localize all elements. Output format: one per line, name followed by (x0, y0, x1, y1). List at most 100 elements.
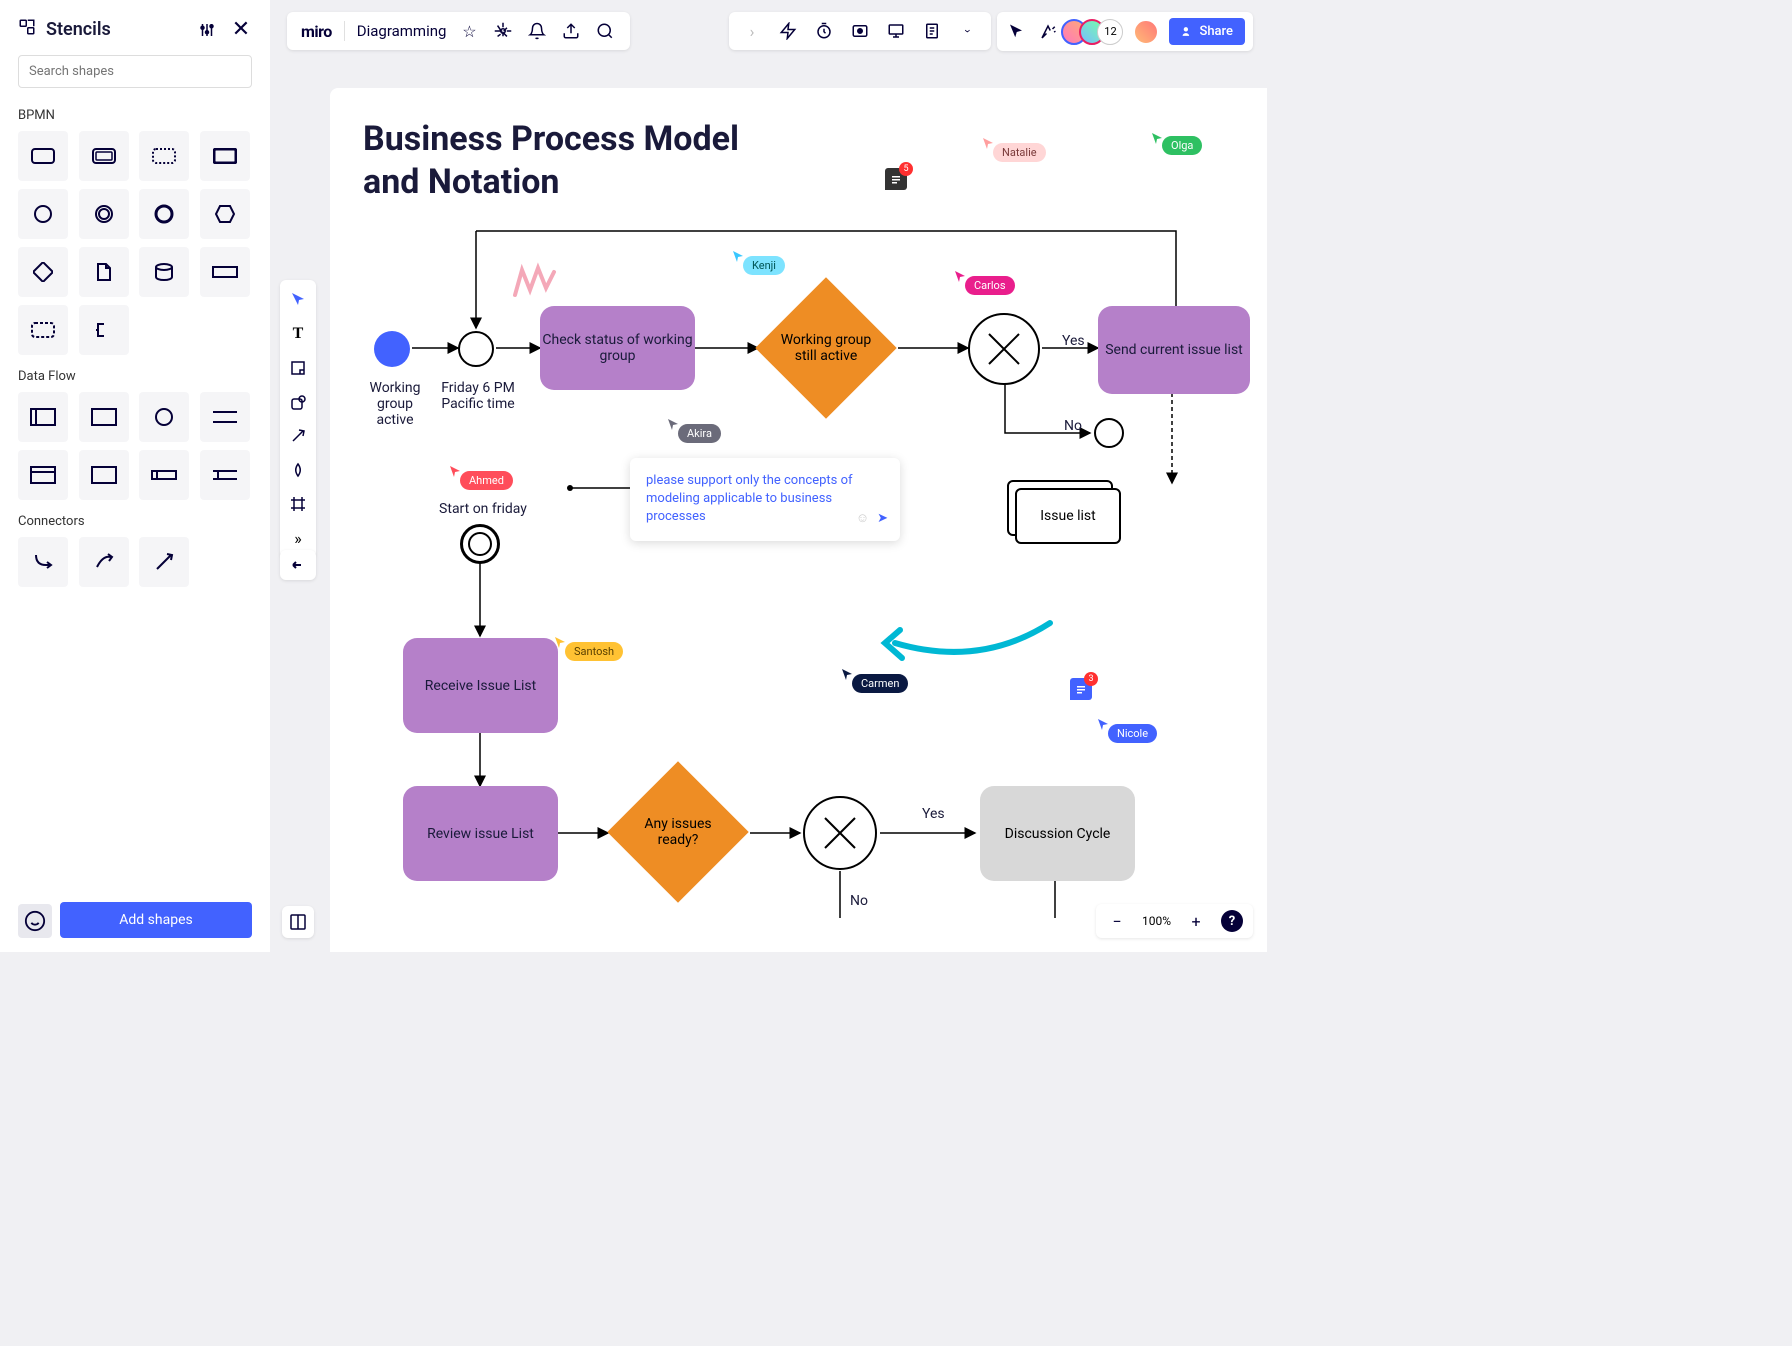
undo-button[interactable] (280, 550, 316, 580)
shape-tool[interactable] (286, 390, 310, 414)
cursor-icon[interactable] (1005, 21, 1027, 43)
shape-gateway[interactable] (18, 247, 68, 297)
gateway-1[interactable] (968, 313, 1040, 385)
board-name[interactable]: Diagramming (357, 22, 447, 40)
sticky-tool[interactable] (286, 356, 310, 380)
chevron-right-icon[interactable]: › (741, 20, 763, 42)
shape-df-5[interactable] (18, 450, 68, 500)
stencils-title: Stencils (18, 18, 111, 41)
shape-df-1[interactable] (18, 392, 68, 442)
category-bpmn: BPMN (18, 108, 252, 123)
shape-annotation[interactable] (79, 305, 129, 355)
stencils-panel: Stencils ✕ BPMN Data Flow Connect (0, 0, 270, 952)
comment-badge-blue[interactable]: 3 (1070, 678, 1092, 700)
miro-logo[interactable]: miro (301, 22, 332, 41)
yes-label-2: Yes (922, 806, 945, 822)
shape-start-event[interactable] (18, 189, 68, 239)
canvas[interactable]: Business Process Model and Notation (330, 88, 1267, 952)
receive-node[interactable]: Receive Issue List (403, 638, 558, 733)
star-icon[interactable]: ☆ (458, 20, 480, 42)
upload-icon[interactable] (560, 20, 582, 42)
no-label-1: No (1064, 418, 1082, 434)
cursor-carmen: Carmen (842, 666, 854, 685)
search-icon[interactable] (594, 20, 616, 42)
shape-task[interactable] (18, 131, 68, 181)
bolt-icon[interactable] (777, 20, 799, 42)
shape-df-2[interactable] (79, 392, 129, 442)
timer-icon[interactable] (813, 20, 835, 42)
more-icon[interactable]: › (957, 20, 979, 42)
close-icon[interactable]: ✕ (230, 19, 252, 41)
zoom-out-button[interactable]: − (1106, 910, 1128, 932)
check-status-node[interactable]: Check status of working group (540, 306, 695, 390)
zoom-in-button[interactable]: + (1185, 910, 1207, 932)
comment-badge-dark[interactable]: 5 (885, 168, 907, 190)
intermediate-event[interactable] (460, 524, 500, 564)
minimap-button[interactable] (282, 906, 314, 938)
avatars[interactable]: 12 (1069, 19, 1123, 45)
shape-gateway-hex[interactable] (200, 189, 250, 239)
stencils-icon (18, 18, 36, 41)
shape-event-sub[interactable] (139, 131, 189, 181)
shape-conn-elbow[interactable] (18, 537, 68, 587)
gateway-2[interactable] (803, 796, 877, 870)
canvas-title: Business Process Model and Notation (363, 118, 739, 203)
shape-group[interactable] (18, 305, 68, 355)
shape-pool[interactable] (200, 247, 250, 297)
review-node[interactable]: Review issue List (403, 786, 558, 881)
shape-df-6[interactable] (79, 450, 129, 500)
shape-data-obj[interactable] (79, 247, 129, 297)
gear-icon[interactable] (492, 20, 514, 42)
end-event-1[interactable] (1094, 418, 1124, 448)
shape-call[interactable] (200, 131, 250, 181)
shape-df-8[interactable] (200, 450, 250, 500)
reactions-icon[interactable] (1037, 21, 1059, 43)
zoom-level[interactable]: 100% (1142, 914, 1171, 928)
help-button[interactable]: ? (1221, 910, 1243, 932)
notes-icon[interactable] (921, 20, 943, 42)
shape-df-4[interactable] (200, 392, 250, 442)
start-event[interactable] (374, 331, 410, 367)
collaborators-bar: 12 Share (997, 12, 1253, 51)
pen-tool[interactable] (286, 458, 310, 482)
shape-intermediate[interactable] (79, 189, 129, 239)
timer-event[interactable] (458, 331, 494, 367)
shape-df-7[interactable] (139, 450, 189, 500)
search-input[interactable] (18, 55, 252, 88)
discussion-node[interactable]: Discussion Cycle (980, 786, 1135, 881)
zigzag-sketch (510, 260, 560, 300)
comment-box[interactable]: please support only the concepts of mode… (630, 458, 900, 541)
more-tools[interactable]: » (286, 526, 310, 550)
frame-tool[interactable] (286, 492, 310, 516)
yes-label-1: Yes (1062, 333, 1085, 349)
shape-conn-curve[interactable] (79, 537, 129, 587)
share-button[interactable]: Share (1169, 18, 1245, 45)
shape-df-3[interactable] (139, 392, 189, 442)
emoji-button[interactable] (18, 904, 52, 938)
select-tool[interactable] (286, 288, 310, 312)
cursor-carlos: Carlos (955, 268, 967, 287)
shape-datastore[interactable] (139, 247, 189, 297)
shape-conn-line[interactable] (139, 537, 189, 587)
bell-icon[interactable] (526, 20, 548, 42)
cursor-olga: Olga (1152, 130, 1164, 149)
emoji-icon[interactable]: ☺ (856, 510, 869, 528)
group-active-diamond[interactable]: Working group still active (755, 277, 896, 418)
cursor-akira: Akira (668, 416, 680, 435)
present-icon[interactable] (885, 20, 907, 42)
any-issues-diamond[interactable]: Any issues ready? (607, 761, 748, 902)
zoom-controls: − 100% + ? (1096, 904, 1253, 938)
avatar-self[interactable] (1133, 19, 1159, 45)
category-dataflow: Data Flow (18, 369, 252, 384)
arrow-tool[interactable] (286, 424, 310, 448)
send-icon[interactable]: ➤ (877, 510, 888, 528)
send-list-node[interactable]: Send current issue list (1098, 306, 1250, 394)
settings-icon[interactable] (196, 19, 218, 41)
add-shapes-button[interactable]: Add shapes (60, 902, 252, 938)
cursor-kenji: Kenji (733, 248, 745, 267)
text-tool[interactable]: T (286, 322, 310, 346)
shape-end-event[interactable] (139, 189, 189, 239)
shape-transaction[interactable] (79, 131, 129, 181)
avatar-count[interactable]: 12 (1097, 19, 1123, 45)
record-icon[interactable] (849, 20, 871, 42)
